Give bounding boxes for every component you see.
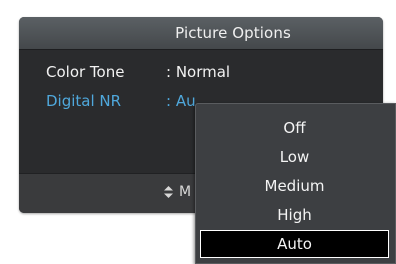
up-down-arrows-icon [164,186,173,198]
dropdown-option-auto[interactable]: Auto [200,230,389,258]
setting-label-digital-nr: Digital NR [46,92,122,110]
setting-label-color-tone: Color Tone [46,63,125,81]
setting-value-color-tone: : Normal [166,63,231,81]
setting-value-digital-nr: : Au [166,92,196,110]
footer-hint-text: M [179,184,192,200]
footer-hint: M [164,184,191,200]
dropdown-option-high[interactable]: High [200,201,389,229]
dropdown-option-medium[interactable]: Medium [200,172,389,200]
panel-title: Picture Options [175,24,291,42]
digital-nr-dropdown[interactable]: Off Low Medium High Auto [195,103,396,264]
dropdown-option-off[interactable]: Off [200,114,389,142]
dropdown-option-low[interactable]: Low [200,143,389,171]
panel-header: Picture Options [19,17,383,50]
